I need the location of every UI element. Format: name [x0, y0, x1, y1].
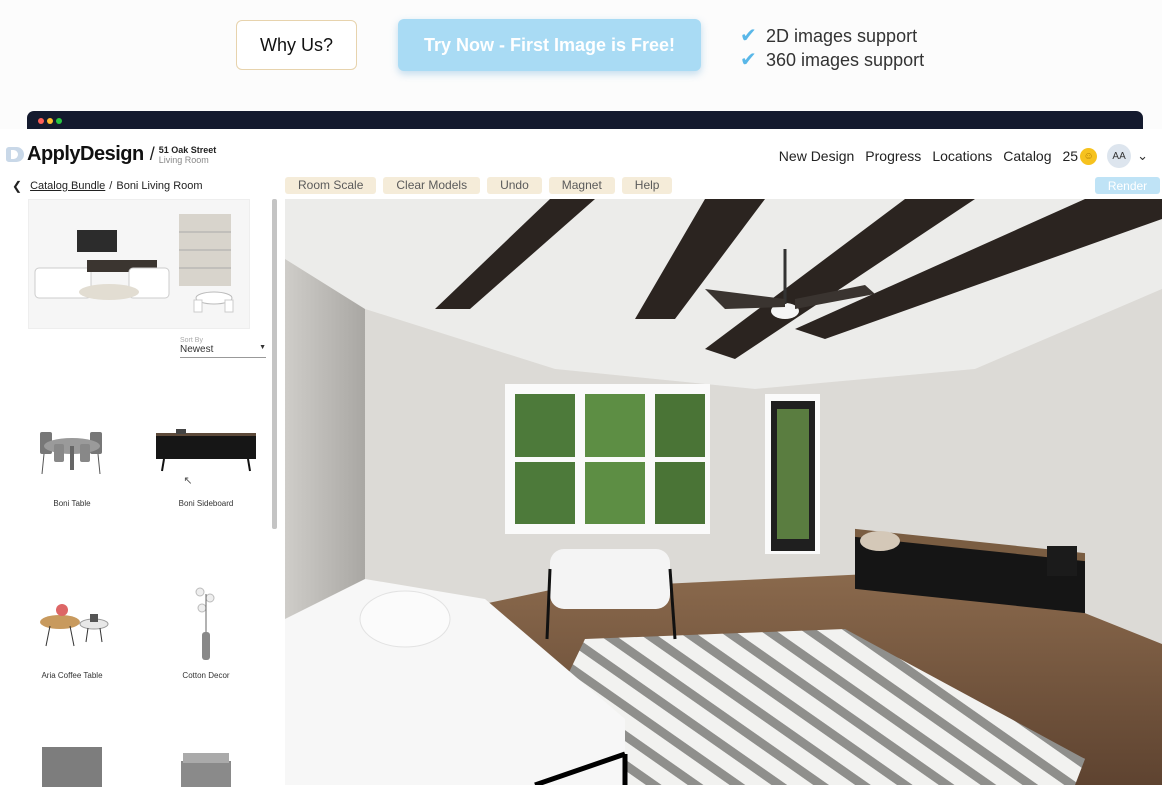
top-nav: New Design Progress Locations Catalog 25… — [768, 144, 1148, 168]
window-title-bar — [27, 111, 1143, 129]
feature-list: ✔ 2D images support ✔ 360 images support — [740, 24, 924, 72]
sort-dropdown[interactable]: Sort By Newest ▼ — [180, 337, 266, 358]
checkmark-icon: ✔ — [740, 25, 757, 47]
nav-progress[interactable]: Progress — [865, 148, 921, 164]
breadcrumb-current: Boni Living Room — [116, 180, 203, 192]
sidebar-scrollbar[interactable] — [272, 199, 277, 529]
title-separator: / — [149, 144, 155, 164]
feature-item: ✔ 2D images support — [740, 24, 924, 48]
chevron-left-icon[interactable]: ❮ — [12, 179, 22, 193]
nav-new-design[interactable]: New Design — [779, 148, 854, 164]
product-name: Cotton Decor — [182, 671, 230, 680]
logo-icon — [6, 147, 24, 162]
credits-count: 25 — [1062, 148, 1079, 164]
breadcrumb: ❮ Catalog Bundle / Boni Living Room — [12, 179, 203, 193]
product-name: Boni Sideboard — [178, 499, 234, 508]
nav-locations[interactable]: Locations — [932, 148, 992, 164]
product-image[interactable] — [151, 576, 261, 671]
room-type: Living Room — [158, 154, 209, 165]
project-address: 51 Oak Street Living Room — [159, 145, 217, 165]
magnet-button[interactable]: Magnet — [548, 177, 615, 194]
checkmark-icon: ✔ — [740, 49, 757, 71]
why-us-button[interactable]: Why Us? — [236, 20, 357, 70]
sort-value: Newest — [180, 344, 214, 355]
room-viewport[interactable] — [285, 199, 1162, 785]
try-now-button[interactable]: Try Now - First Image is Free! — [398, 19, 701, 71]
chevron-down-icon[interactable]: ⌄ — [1137, 148, 1148, 164]
render-button[interactable]: Render — [1095, 177, 1160, 194]
product-card[interactable] — [17, 747, 127, 787]
room-render-image — [285, 199, 1162, 785]
product-card[interactable] — [151, 747, 261, 787]
mouse-cursor-icon: ↖ — [183, 475, 193, 487]
caret-down-icon: ▼ — [259, 344, 266, 351]
product-image[interactable] — [17, 404, 127, 499]
product-card[interactable]: Cotton Decor — [151, 576, 261, 680]
logo-text: ApplyDesign — [27, 143, 144, 165]
product-image[interactable] — [151, 404, 261, 499]
address-line: 51 Oak Street — [158, 144, 217, 155]
breadcrumb-parent[interactable]: Catalog Bundle — [30, 180, 105, 192]
avatar[interactable]: AA — [1107, 144, 1132, 168]
help-button[interactable]: Help — [621, 177, 673, 194]
minimize-dot-icon[interactable] — [47, 118, 53, 124]
catalog-sidebar: Sort By Newest ▼ Boni Table Boni Sideboa… — [0, 199, 280, 794]
bundle-preview-image[interactable] — [28, 199, 250, 329]
sort-select[interactable]: Newest ▼ — [180, 344, 266, 358]
feature-label: 2D images support — [766, 26, 918, 46]
maximize-dot-icon[interactable] — [56, 118, 62, 124]
credits-counter[interactable]: 25 ☺ — [1062, 147, 1098, 165]
feature-label: 360 images support — [766, 50, 925, 70]
clear-models-button[interactable]: Clear Models — [383, 177, 481, 194]
product-image[interactable] — [17, 576, 127, 671]
product-card[interactable]: Boni Table — [17, 404, 127, 508]
nav-catalog[interactable]: Catalog — [1003, 148, 1051, 164]
logo[interactable]: ApplyDesign / 51 Oak Street Living Room — [6, 143, 216, 166]
app-window: ApplyDesign / 51 Oak Street Living Room … — [0, 129, 1162, 794]
promo-bar: Why Us? Try Now - First Image is Free! ✔… — [0, 0, 1162, 110]
coin-icon: ☺ — [1080, 147, 1098, 165]
room-scale-button[interactable]: Room Scale — [285, 177, 377, 194]
breadcrumb-separator: / — [109, 180, 113, 192]
feature-item: ✔ 360 images support — [740, 48, 924, 72]
close-dot-icon[interactable] — [38, 118, 44, 124]
product-name: Boni Table — [53, 499, 91, 508]
product-name: Aria Coffee Table — [41, 671, 103, 680]
undo-button[interactable]: Undo — [487, 177, 542, 194]
product-card[interactable]: Aria Coffee Table — [17, 576, 127, 680]
product-card[interactable]: Boni Sideboard — [151, 404, 261, 508]
sort-label: Sort By — [180, 337, 203, 344]
editor-toolbar: Room Scale Clear Models Undo Magnet Help — [285, 177, 673, 194]
